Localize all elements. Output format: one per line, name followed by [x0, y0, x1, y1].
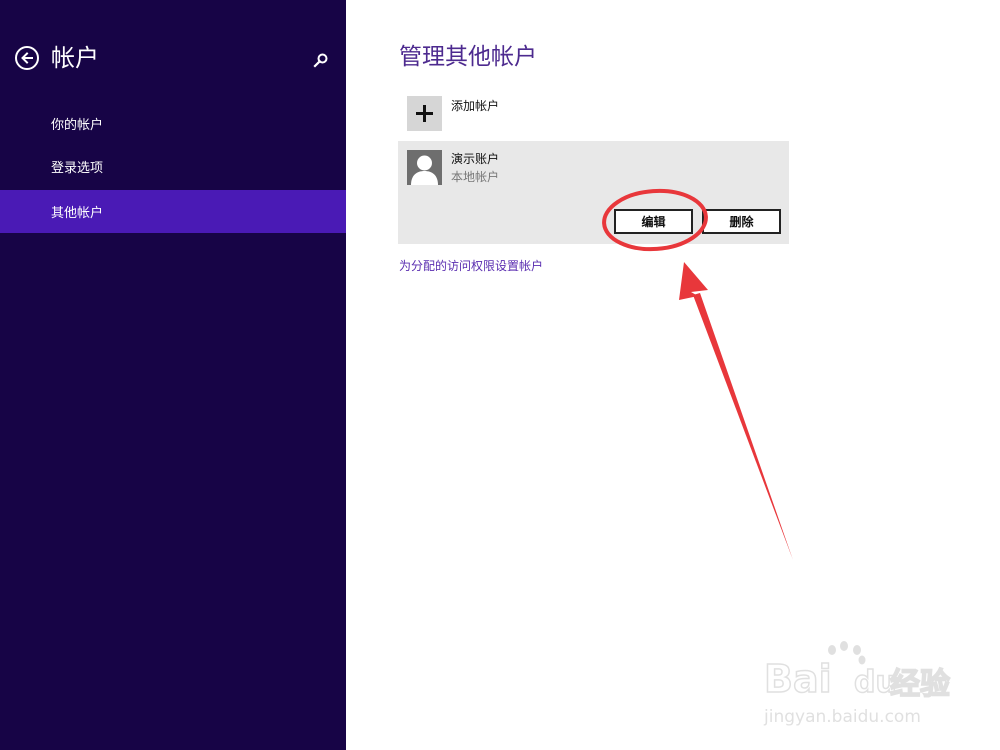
account-type: 本地帐户 [451, 170, 500, 184]
add-account-label[interactable]: 添加帐户 [451, 97, 499, 114]
sidebar-title: 帐户 [51, 44, 99, 72]
arrow-head [679, 262, 708, 300]
watermark: Bai du 经验 jingyan.baidu.com [762, 640, 982, 730]
sidebar-item-label: 你的帐户 [51, 118, 104, 133]
assigned-access-link[interactable]: 为分配的访问权限设置帐户 [399, 257, 543, 274]
edit-button[interactable]: 编辑 [614, 209, 693, 234]
search-icon [313, 53, 328, 68]
back-button[interactable] [15, 46, 39, 70]
sidebar-item-your-account[interactable]: 你的帐户 [0, 102, 346, 145]
avatar [407, 150, 442, 185]
svg-text:经验: 经验 [890, 667, 950, 702]
account-card[interactable]: 演示账户 本地帐户 编辑 删除 [398, 141, 789, 244]
sidebar-item-label: 其他帐户 [51, 206, 104, 221]
baidu-logo: Bai du 经验 jingyan.baidu.com [763, 641, 951, 727]
delete-button[interactable]: 删除 [702, 209, 781, 234]
svg-text:jingyan.baidu.com: jingyan.baidu.com [763, 707, 921, 727]
sidebar-item-label: 登录选项 [51, 161, 104, 176]
user-silhouette-icon [407, 150, 442, 185]
sidebar-item-other-accounts[interactable]: 其他帐户 [0, 190, 346, 233]
back-arrow-icon [21, 52, 33, 64]
add-account-button[interactable] [407, 96, 442, 131]
plus-icon [416, 105, 433, 122]
highlight-arrow [693, 293, 793, 560]
sidebar-item-sign-in-options[interactable]: 登录选项 [0, 145, 346, 188]
settings-sidebar: 帐户 你的帐户 登录选项 其他帐户 [0, 0, 346, 750]
page-title: 管理其他帐户 [399, 44, 537, 70]
account-name: 演示账户 [451, 152, 500, 166]
svg-text:Bai: Bai [764, 657, 832, 701]
search-button[interactable] [313, 52, 329, 68]
